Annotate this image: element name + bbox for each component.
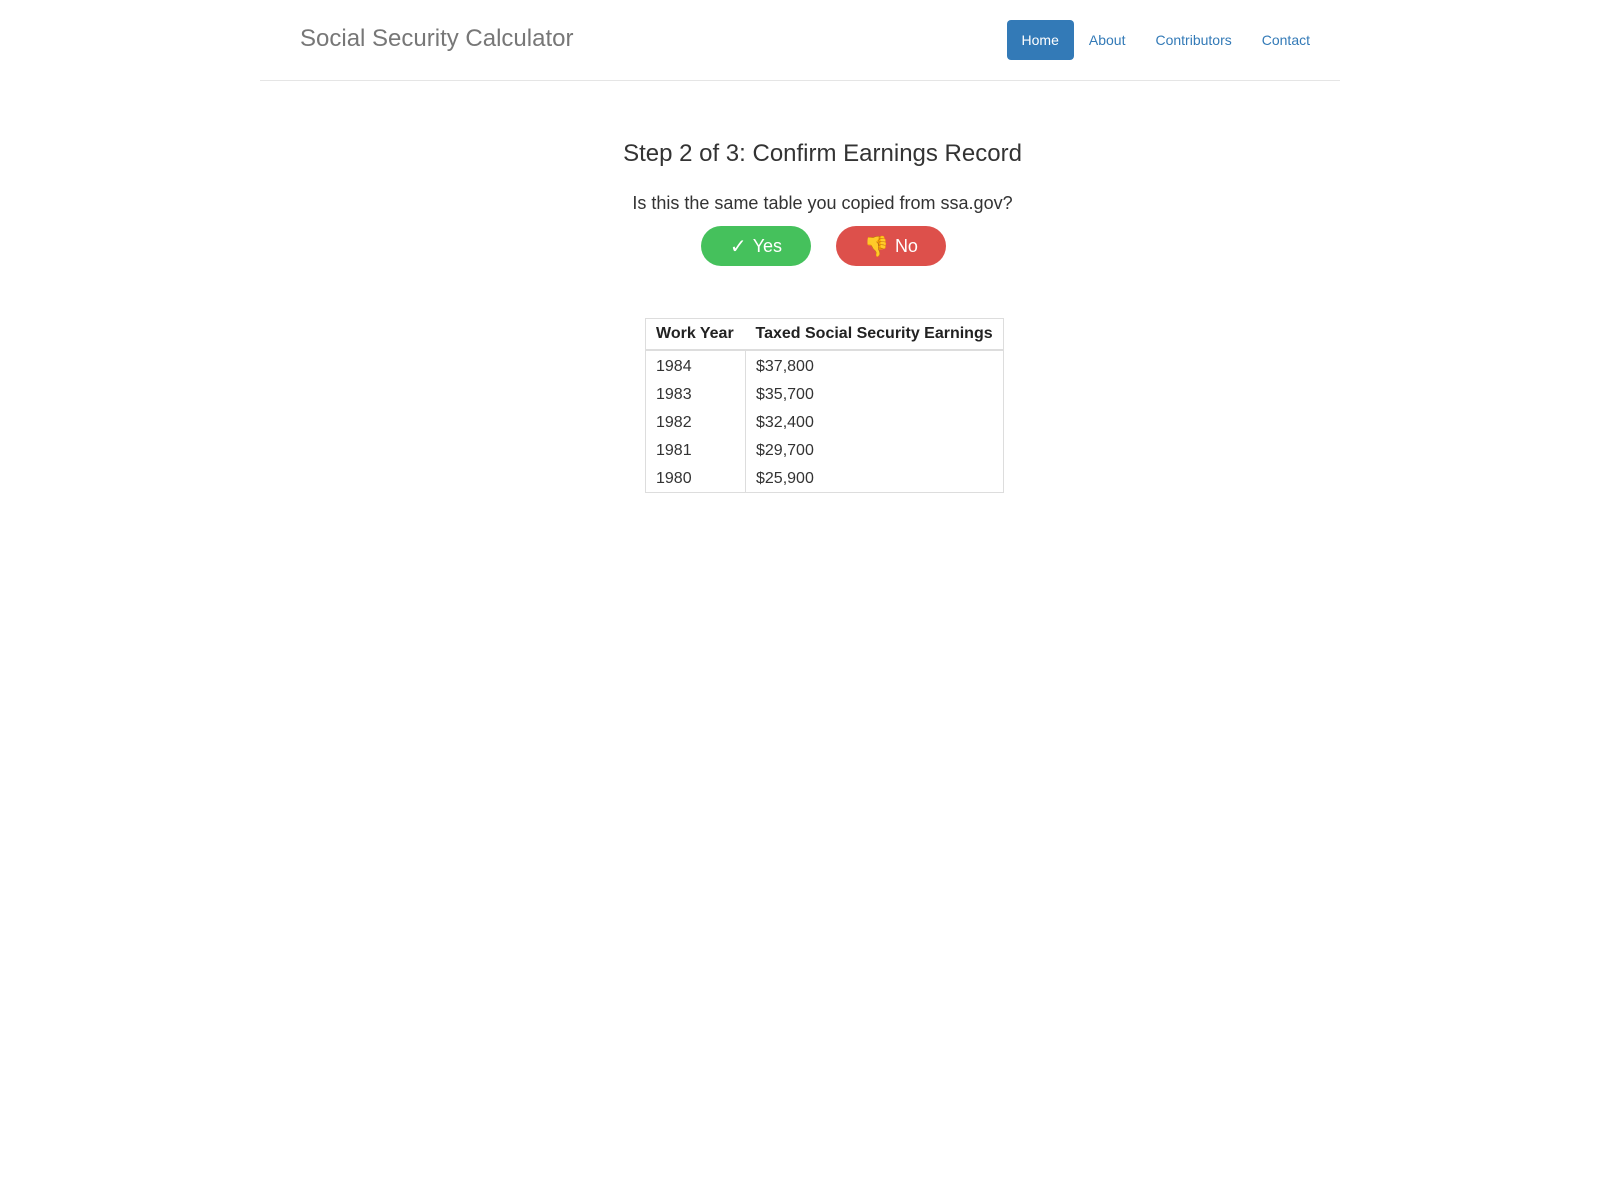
cell-earnings: $32,400	[756, 414, 814, 431]
cell-earnings: $29,700	[756, 442, 814, 459]
table-row: 1982 $32,400	[645, 409, 1004, 437]
yes-button[interactable]: ✓ Yes	[701, 226, 811, 266]
cell-year: 1980	[645, 465, 746, 493]
confirm-question: Is this the same table you copied from s…	[632, 193, 1013, 213]
earnings-table: Work Year Taxed Social Security Earnings…	[645, 318, 1004, 493]
table-header-row: Work Year Taxed Social Security Earnings	[645, 318, 1004, 351]
page: Social Security Calculator Home About Co…	[0, 0, 1600, 1200]
cell-earnings: $37,800	[756, 358, 814, 375]
page-title: Step 2 of 3: Confirm Earnings Record	[623, 140, 1022, 167]
no-button-label: No	[894, 235, 918, 256]
table-row: 1980 $25,900	[645, 465, 1004, 493]
nav-about[interactable]: About	[1074, 20, 1141, 60]
header-work-year: Work Year	[645, 318, 746, 351]
table-row: 1984 $37,800	[645, 350, 1004, 381]
cell-year: 1982	[645, 409, 746, 437]
cell-earnings: $25,900	[756, 470, 814, 487]
thumbs-down-icon: 👎	[864, 235, 889, 258]
cell-earnings: $35,700	[756, 386, 814, 403]
main-nav: Home About Contributors Contact	[1006, 20, 1325, 60]
yes-button-label: Yes	[752, 235, 783, 256]
cell-year: 1984	[645, 350, 746, 381]
nav-contact[interactable]: Contact	[1247, 20, 1325, 60]
table-row: 1983 $35,700	[645, 381, 1004, 409]
site-header: Social Security Calculator Home About Co…	[260, 0, 1340, 81]
brand-title[interactable]: Social Security Calculator	[300, 24, 573, 54]
checkmark-icon: ✓	[729, 235, 747, 258]
cell-year: 1983	[645, 381, 746, 409]
no-button[interactable]: 👎 No	[836, 226, 946, 266]
header-taxed-earnings: Taxed Social Security Earnings	[745, 318, 1004, 351]
table-row: 1981 $29,700	[645, 437, 1004, 465]
nav-contributors[interactable]: Contributors	[1140, 20, 1246, 60]
cell-year: 1981	[645, 437, 746, 465]
nav-home[interactable]: Home	[1006, 20, 1074, 60]
